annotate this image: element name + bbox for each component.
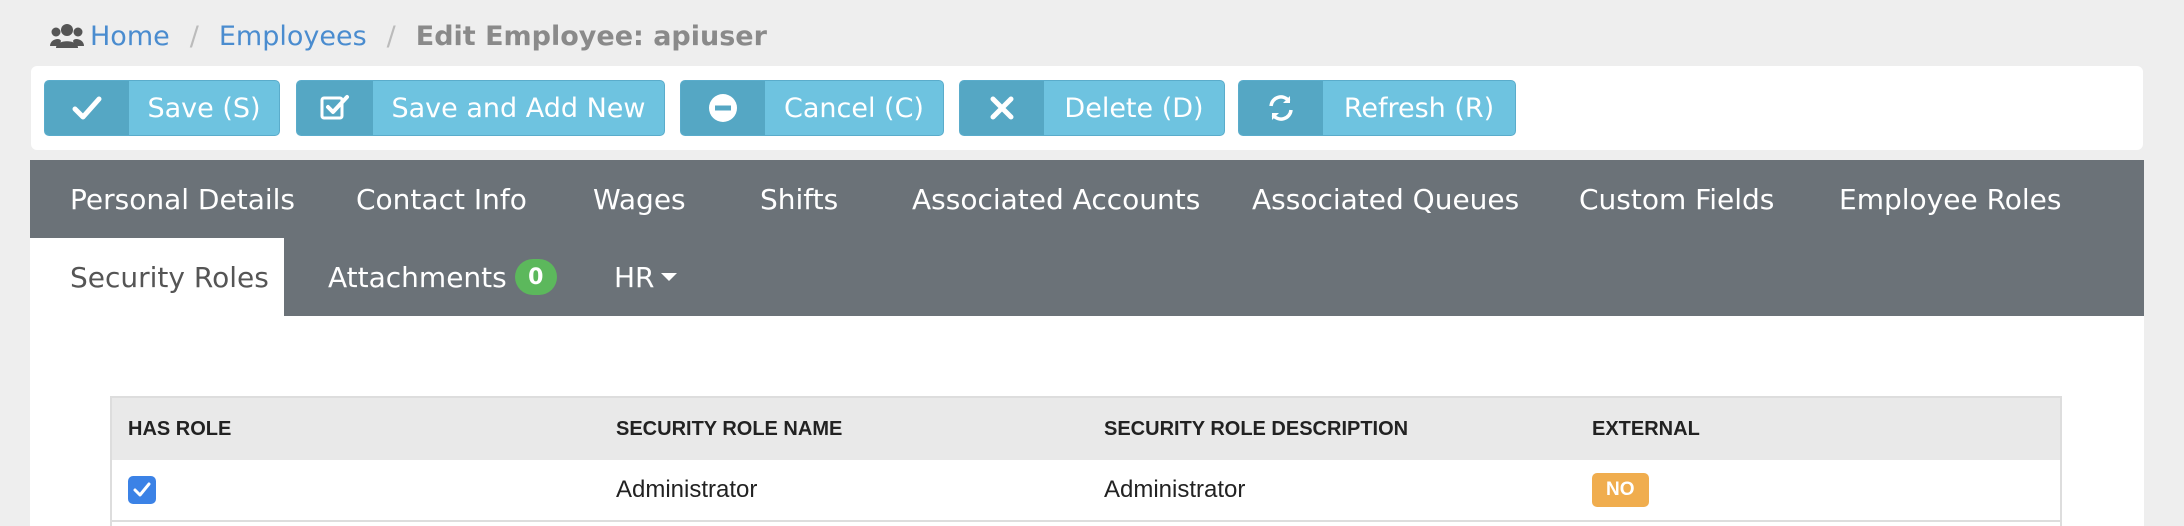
tab-bar: Personal Details Contact Info Wages Shif… <box>30 160 2144 316</box>
tab-security-roles[interactable]: Security Roles <box>30 238 284 316</box>
external-status-badge: NO <box>1592 473 1649 507</box>
save-button[interactable]: Save (S) <box>44 80 280 136</box>
delete-button[interactable]: Delete (D) <box>959 80 1225 136</box>
tab-personal-details[interactable]: Personal Details <box>30 160 335 238</box>
breadcrumb-separator: / <box>386 20 396 52</box>
table-header-row: HAS ROLE SECURITY ROLE NAME SECURITY ROL… <box>112 398 2060 460</box>
refresh-button[interactable]: Refresh (R) <box>1238 80 1516 136</box>
breadcrumb-separator: / <box>189 20 199 52</box>
cancel-button-label: Cancel (C) <box>784 92 924 124</box>
breadcrumb-employees-link[interactable]: Employees <box>219 21 367 52</box>
users-icon <box>50 22 84 50</box>
tab-attachments-label: Attachments <box>328 260 507 294</box>
security-roles-table: HAS ROLE SECURITY ROLE NAME SECURITY ROL… <box>110 396 2062 526</box>
tab-wages[interactable]: Wages <box>553 160 726 238</box>
tab-associated-accounts[interactable]: Associated Accounts <box>872 160 1240 238</box>
close-icon <box>960 81 1044 135</box>
tab-contact-info[interactable]: Contact Info <box>316 160 567 238</box>
header-has-role[interactable]: HAS ROLE <box>128 418 231 441</box>
tab-employee-roles[interactable]: Employee Roles <box>1799 160 2102 238</box>
refresh-icon <box>1239 81 1323 135</box>
minus-circle-icon <box>681 81 765 135</box>
table-row: Administrator Administrator NO <box>112 460 2060 522</box>
page-title: Edit Employee: apiuser <box>415 20 767 52</box>
role-name-cell: Administrator <box>616 476 758 503</box>
tab-hr-label: HR <box>614 260 655 294</box>
tab-attachments[interactable]: Attachments 0 <box>288 238 597 316</box>
tab-associated-queues[interactable]: Associated Queues <box>1212 160 1559 238</box>
role-description-cell: Administrator <box>1104 476 1246 503</box>
header-security-role-name[interactable]: SECURITY ROLE NAME <box>616 418 842 441</box>
breadcrumb-home-link[interactable]: Home <box>90 21 170 52</box>
attachments-count-badge: 0 <box>514 259 557 295</box>
tab-custom-fields[interactable]: Custom Fields <box>1539 160 1814 238</box>
save-and-add-new-label: Save and Add New <box>391 92 646 124</box>
breadcrumb: Home / Employees / Edit Employee: apiuse… <box>50 14 767 58</box>
save-and-add-new-button[interactable]: Save and Add New <box>296 80 665 136</box>
refresh-button-label: Refresh (R) <box>1343 92 1495 124</box>
tab-shifts[interactable]: Shifts <box>720 160 878 238</box>
save-button-label: Save (S) <box>147 92 261 124</box>
cancel-button[interactable]: Cancel (C) <box>680 80 944 136</box>
check-icon <box>45 81 129 135</box>
header-external[interactable]: EXTERNAL <box>1592 418 1700 441</box>
has-role-checkbox[interactable] <box>128 476 156 504</box>
header-security-role-description[interactable]: SECURITY ROLE DESCRIPTION <box>1104 418 1408 441</box>
tab-content: HAS ROLE SECURITY ROLE NAME SECURITY ROL… <box>30 316 2144 526</box>
toolbar: Save (S) Save and Add New Cancel (C) Del… <box>31 66 2143 150</box>
tab-hr-dropdown[interactable]: HR <box>574 238 717 316</box>
check-square-icon <box>297 81 373 135</box>
caret-down-icon <box>660 273 677 281</box>
delete-button-label: Delete (D) <box>1064 92 1204 124</box>
